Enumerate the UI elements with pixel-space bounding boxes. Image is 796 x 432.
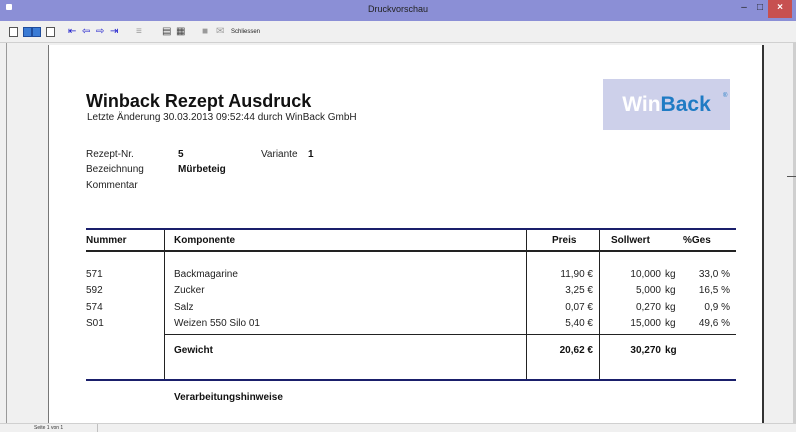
rezept-nr-value: 5	[178, 149, 184, 160]
title-bar: Druckvorschau – □ ×	[0, 0, 796, 21]
col-header-ges: %Ges	[683, 235, 711, 246]
bezeichnung-value: Mürbeteig	[178, 164, 226, 175]
col-divider-1	[164, 230, 165, 379]
row-4-ges: 49,6 %	[698, 318, 730, 329]
table-bottom-rule	[86, 379, 736, 381]
two-page-icon-b[interactable]	[32, 27, 41, 37]
minimize-button[interactable]: –	[736, 0, 752, 18]
first-page-icon[interactable]: ⇤	[68, 26, 76, 38]
status-bar: Seite 1 von 1	[0, 423, 796, 432]
print-icon[interactable]: ▦	[176, 26, 185, 38]
report-page: Winback Rezept Ausdruck Letzte Änderung …	[48, 45, 764, 423]
total-unit: kg	[665, 345, 677, 356]
col-header-komponente: Komponente	[174, 235, 236, 246]
row-4-komponente: Weizen 550 Silo 01	[174, 318, 260, 329]
print-setup-icon[interactable]: ▤	[162, 26, 171, 38]
total-separator	[164, 334, 736, 335]
row-1-sollwert: 10,000	[630, 269, 661, 280]
goto-page-icon[interactable]: ≡	[136, 26, 142, 38]
total-label: Gewicht	[174, 345, 213, 356]
row-1-preis: 11,90 €	[560, 269, 593, 280]
close-window-button[interactable]: ×	[768, 0, 792, 18]
col-divider-2	[526, 230, 527, 379]
col-header-preis: Preis	[552, 235, 577, 246]
close-preview-button[interactable]: Schliessen	[228, 25, 263, 39]
row-2-nummer: 592	[86, 285, 103, 296]
bezeichnung-label: Bezeichnung	[86, 164, 144, 175]
col-divider-3	[599, 230, 600, 379]
last-change-text: Letzte Änderung 30.03.2013 09:52:44 durc…	[87, 112, 357, 123]
row-2-komponente: Zucker	[174, 285, 205, 296]
processing-notes-heading: Verarbeitungshinweise	[174, 392, 283, 403]
row-1-ges: 33,0 %	[698, 269, 730, 280]
maximize-button[interactable]: □	[752, 0, 768, 18]
logo-text-win: Win	[622, 93, 661, 116]
header-underline	[86, 250, 736, 252]
rezept-nr-label: Rezept-Nr.	[86, 149, 134, 160]
row-4-sollwert: 15,000	[630, 318, 661, 329]
col-header-nummer: Nummer	[86, 235, 127, 246]
row-1-nummer: 571	[86, 269, 103, 280]
print-preview-window: Druckvorschau – □ × ⇤ ⇦ ⇨ ⇥ ≡ ▤ ▦ ■ ✉ Sc…	[0, 0, 796, 432]
row-3-unit: kg	[665, 302, 676, 313]
scroll-marker	[787, 176, 796, 177]
row-4-unit: kg	[665, 318, 676, 329]
table-top-rule	[86, 228, 736, 230]
status-page-cell: Seite 1 von 1	[2, 424, 98, 432]
row-2-preis: 3,25 €	[565, 285, 593, 296]
winback-logo: WinBack ®	[603, 79, 730, 130]
single-page-icon[interactable]	[9, 27, 18, 37]
previous-page-icon[interactable]: ⇦	[82, 26, 90, 38]
preview-toolbar: ⇤ ⇦ ⇨ ⇥ ≡ ▤ ▦ ■ ✉ Schliessen	[0, 21, 796, 43]
total-sollwert: 30,270	[630, 345, 661, 356]
logo-registered-mark: ®	[723, 93, 728, 99]
total-preis: 20,62 €	[559, 345, 593, 356]
window-title: Druckvorschau	[367, 4, 429, 14]
preview-area[interactable]: Winback Rezept Ausdruck Letzte Änderung …	[0, 43, 796, 423]
row-2-ges: 16,5 %	[698, 285, 730, 296]
row-3-nummer: 574	[86, 302, 103, 313]
left-gutter	[6, 43, 7, 423]
row-3-preis: 0,07 €	[565, 302, 593, 313]
variante-label: Variante	[261, 149, 298, 160]
logo-text-back: Back	[660, 93, 711, 116]
row-1-unit: kg	[665, 269, 676, 280]
page-indicator: Seite 1 von 1	[34, 425, 64, 431]
row-3-sollwert: 0,270	[635, 302, 661, 313]
kommentar-label: Kommentar	[86, 180, 138, 191]
row-2-sollwert: 5,000	[635, 285, 661, 296]
multi-page-icon[interactable]	[46, 27, 55, 37]
variante-value: 1	[308, 149, 314, 160]
col-header-sollwert: Sollwert	[611, 235, 650, 246]
export-icon[interactable]: ■	[202, 26, 208, 38]
row-3-ges: 0,9 %	[704, 302, 730, 313]
row-4-preis: 5,40 €	[565, 318, 593, 329]
report-title: Winback Rezept Ausdruck	[86, 91, 312, 111]
two-page-icon[interactable]	[23, 27, 32, 37]
row-1-komponente: Backmagarine	[174, 269, 238, 280]
row-2-unit: kg	[665, 285, 676, 296]
last-page-icon[interactable]: ⇥	[110, 26, 118, 38]
row-4-nummer: S01	[86, 318, 104, 329]
mail-icon[interactable]: ✉	[216, 26, 224, 38]
row-3-komponente: Salz	[174, 302, 194, 313]
next-page-icon[interactable]: ⇨	[96, 26, 104, 38]
